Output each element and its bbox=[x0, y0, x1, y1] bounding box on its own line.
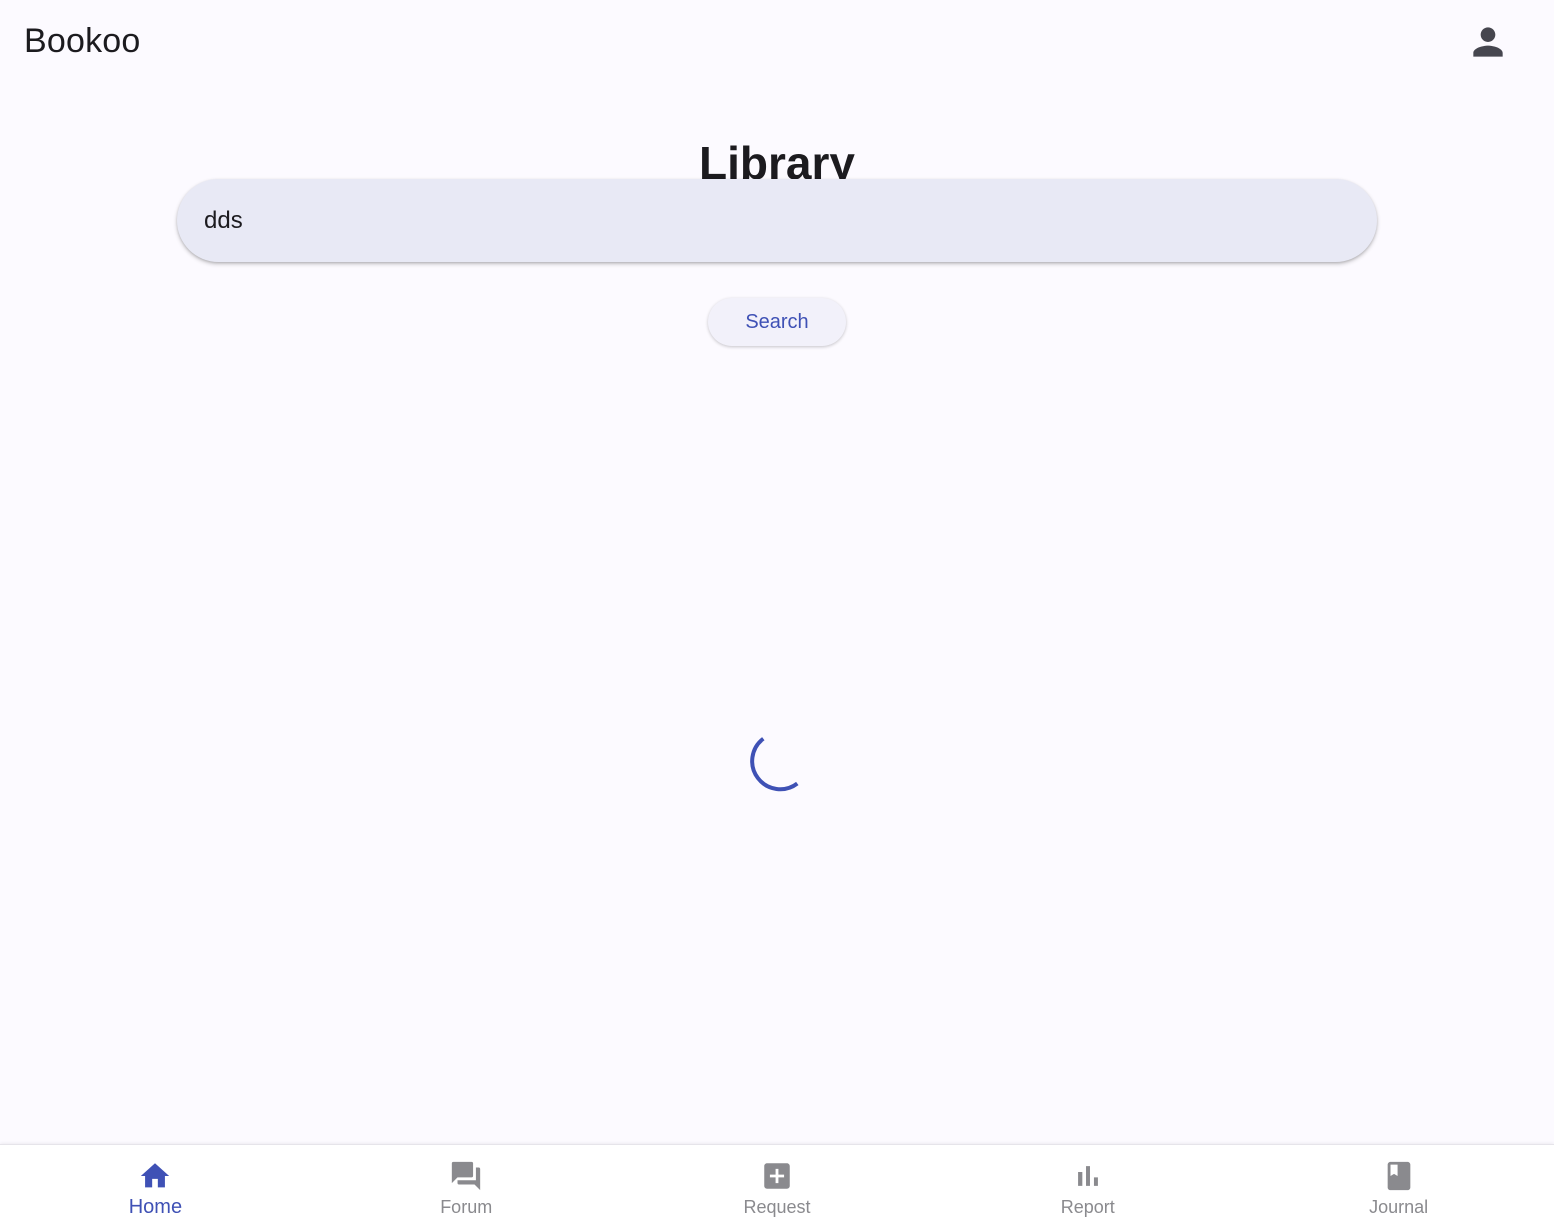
search-input[interactable] bbox=[202, 199, 1377, 242]
nav-label-forum: Forum bbox=[440, 1197, 493, 1217]
search-bar[interactable] bbox=[177, 179, 1377, 262]
nav-item-request[interactable]: Request bbox=[622, 1145, 933, 1232]
nav-item-home[interactable]: Home bbox=[0, 1145, 311, 1232]
account-button[interactable] bbox=[1460, 14, 1516, 70]
book-icon bbox=[1382, 1159, 1416, 1193]
bar-chart-icon bbox=[1071, 1159, 1105, 1193]
nav-label-request: Request bbox=[743, 1197, 811, 1217]
add-box-icon bbox=[760, 1159, 794, 1193]
nav-label-report: Report bbox=[1060, 1197, 1115, 1217]
home-icon bbox=[138, 1159, 172, 1193]
nav-item-report[interactable]: Report bbox=[932, 1145, 1243, 1232]
app-title: Bookoo bbox=[24, 22, 141, 60]
nav-label-journal: Journal bbox=[1369, 1197, 1429, 1217]
search-button[interactable]: Search bbox=[708, 298, 846, 346]
app-root: Bookoo Library Search Home bbox=[0, 0, 1554, 1232]
bottom-navigation: Home Forum Request Report Journal bbox=[0, 1144, 1554, 1232]
app-bar: Bookoo bbox=[0, 0, 1554, 84]
person-icon bbox=[1473, 27, 1503, 57]
nav-label-home: Home bbox=[128, 1196, 183, 1218]
nav-item-forum[interactable]: Forum bbox=[311, 1145, 622, 1232]
loading-spinner bbox=[750, 737, 799, 792]
nav-item-journal[interactable]: Journal bbox=[1243, 1145, 1554, 1232]
forum-icon bbox=[449, 1159, 483, 1193]
